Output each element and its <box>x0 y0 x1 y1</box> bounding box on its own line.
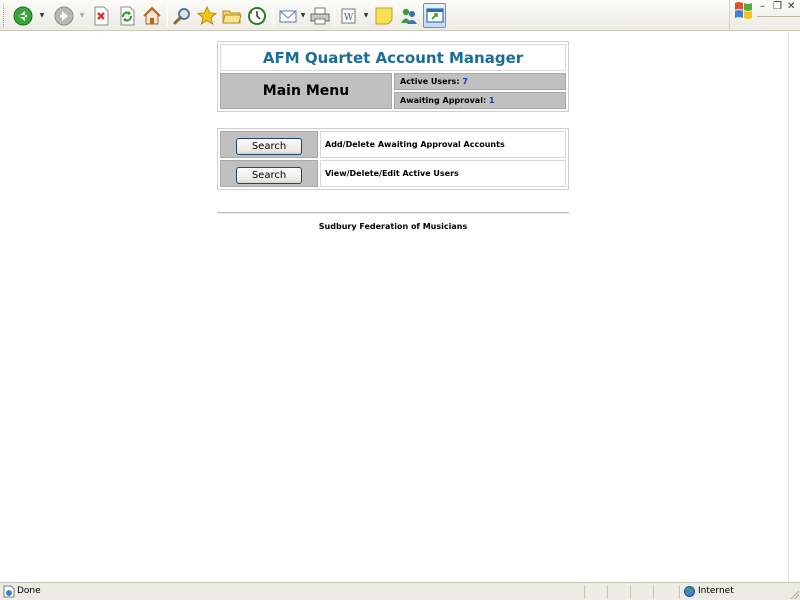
note-icon <box>375 7 393 24</box>
zone-text: Internet <box>698 586 734 596</box>
action-description: View/Delete/Edit Active Users <box>320 160 566 187</box>
toolbar-separator <box>167 5 168 26</box>
home-icon <box>143 6 161 24</box>
page-content: AFM Quartet Account Manager Main Menu Ac… <box>0 32 788 582</box>
search-active-button[interactable]: Search <box>236 167 302 184</box>
ie-toolbar: ▼ ▼ ▼ W ▼ – ❐ ✕ <box>0 0 800 31</box>
footer-divider <box>217 212 569 214</box>
status-bar: Done Internet <box>0 582 800 600</box>
refresh-icon <box>120 6 135 25</box>
toolbar-separator <box>334 5 335 26</box>
folder-button[interactable] <box>220 3 244 28</box>
status-pane <box>584 585 585 599</box>
forward-dropdown[interactable]: ▼ <box>78 3 86 28</box>
back-button[interactable] <box>11 3 35 28</box>
mail-dropdown[interactable]: ▼ <box>299 3 307 28</box>
restore-icon[interactable]: ❐ <box>773 1 782 12</box>
print-icon <box>310 7 330 24</box>
favorites-icon <box>197 5 217 25</box>
status-pane <box>630 585 631 599</box>
main-menu-heading: Main Menu <box>220 73 392 109</box>
toolbar-grip[interactable] <box>3 4 6 27</box>
messenger-button[interactable] <box>397 3 421 28</box>
close-icon[interactable]: ✕ <box>787 1 795 12</box>
stop-icon <box>94 6 109 25</box>
awaiting-approval-stat: Awaiting Approval: 1 <box>394 92 566 109</box>
status-pane <box>653 585 654 599</box>
actions-panel: Search Add/Delete Awaiting Approval Acco… <box>217 128 569 190</box>
active-users-label: Active Users: <box>400 77 460 86</box>
back-icon <box>13 6 33 25</box>
active-users-stat: Active Users: 7 <box>394 73 566 90</box>
edit-button[interactable]: W <box>337 3 361 28</box>
stop-button[interactable] <box>89 3 113 28</box>
action-button-cell: Search <box>220 131 318 158</box>
awaiting-approval-label: Awaiting Approval: <box>400 96 487 105</box>
favorites-button[interactable] <box>195 3 219 28</box>
refresh-button[interactable] <box>115 3 139 28</box>
mail-icon <box>279 10 297 22</box>
folder-icon <box>222 10 242 23</box>
forward-button[interactable] <box>52 3 76 28</box>
print-button[interactable] <box>308 3 332 28</box>
back-dropdown[interactable]: ▼ <box>38 3 46 28</box>
edit-icon: W <box>341 8 356 23</box>
page-done-icon <box>3 585 15 598</box>
awaiting-approval-count: 1 <box>488 96 495 105</box>
search-icon <box>173 7 190 24</box>
home-button[interactable] <box>140 3 164 28</box>
minimize-icon[interactable]: – <box>760 1 765 12</box>
address-field[interactable] <box>757 16 800 17</box>
page-title: AFM Quartet Account Manager <box>220 44 566 71</box>
window-button[interactable] <box>423 3 446 28</box>
search-awaiting-button[interactable]: Search <box>236 138 302 155</box>
resize-grip[interactable] <box>788 588 799 599</box>
history-button[interactable] <box>245 3 269 28</box>
messenger-icon <box>401 8 417 24</box>
window-icon <box>425 7 444 23</box>
status-pane <box>607 585 608 599</box>
header-panel: AFM Quartet Account Manager Main Menu Ac… <box>217 41 569 112</box>
footer-text: Sudbury Federation of Musicians <box>318 222 468 231</box>
note-button[interactable] <box>372 3 396 28</box>
edit-dropdown[interactable]: ▼ <box>362 3 370 28</box>
action-row: Search Add/Delete Awaiting Approval Acco… <box>220 131 566 158</box>
vertical-scrollbar[interactable] <box>788 32 800 582</box>
toolbar-divider <box>729 0 730 31</box>
internet-zone-icon <box>684 586 695 597</box>
action-button-cell: Search <box>220 160 318 187</box>
action-row: Search View/Delete/Edit Active Users <box>220 160 566 187</box>
action-description: Add/Delete Awaiting Approval Accounts <box>320 131 566 158</box>
search-button[interactable] <box>170 3 194 28</box>
windows-logo-icon <box>733 0 757 20</box>
status-pane <box>679 585 680 599</box>
history-icon <box>248 6 266 25</box>
mail-button[interactable] <box>277 3 301 28</box>
status-text: Done <box>17 586 41 596</box>
active-users-count: 7 <box>462 77 468 86</box>
svg-text:W: W <box>344 13 354 23</box>
forward-icon <box>54 6 74 25</box>
toolbar-separator <box>273 5 274 26</box>
